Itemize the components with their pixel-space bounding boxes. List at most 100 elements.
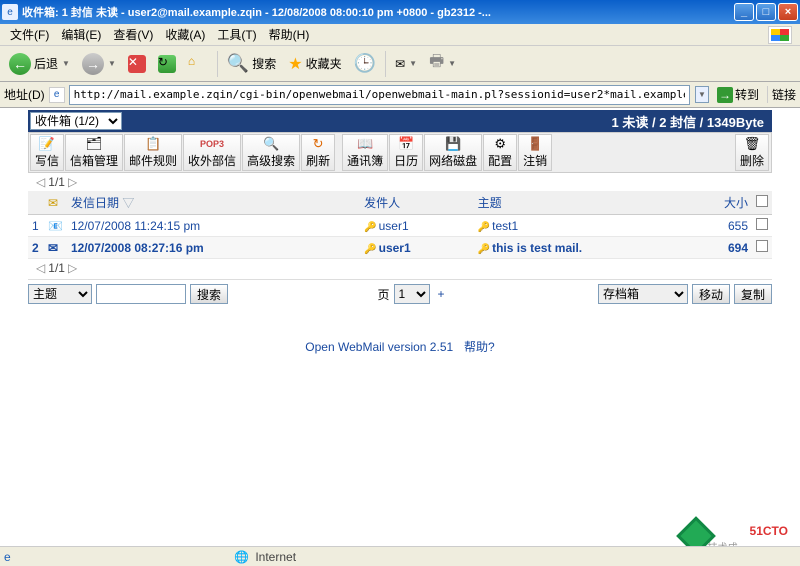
home-button[interactable]: ⌂ bbox=[183, 51, 213, 77]
back-button[interactable]: ← 后退 ▼ bbox=[4, 50, 75, 78]
maximize-button[interactable]: □ bbox=[756, 3, 776, 21]
history-button[interactable]: 🕒 bbox=[349, 50, 381, 77]
gear-icon: ⚙ bbox=[491, 136, 509, 152]
url-input[interactable] bbox=[69, 85, 690, 105]
search-input[interactable] bbox=[96, 284, 186, 304]
forward-button[interactable]: → ▼ bbox=[77, 50, 121, 78]
close-button[interactable]: × bbox=[778, 3, 798, 21]
status-col-icon: ✉ bbox=[44, 191, 67, 215]
page-label: 页 bbox=[377, 286, 389, 303]
home-icon: ⌂ bbox=[188, 54, 208, 74]
search-icon: 🔍 bbox=[262, 136, 280, 152]
table-row[interactable]: 2 ✉ 12/07/2008 08:27:16 pm 🔑user1 🔑this … bbox=[28, 237, 772, 259]
refresh-icon: ↻ bbox=[309, 136, 327, 152]
menu-favorites[interactable]: 收藏(A) bbox=[159, 24, 211, 45]
chevron-down-icon[interactable]: ▼ bbox=[448, 59, 456, 68]
back-label: 后退 bbox=[34, 55, 58, 72]
move-button[interactable]: 移动 bbox=[692, 284, 730, 304]
search-icon: 🔍 bbox=[227, 53, 249, 74]
print-icon: 🖶 bbox=[429, 50, 444, 77]
prev-page-icon[interactable]: ◁ bbox=[36, 261, 45, 275]
zone-label: Internet bbox=[255, 550, 296, 564]
table-row[interactable]: 1 📧 12/07/2008 11:24:15 pm 🔑user1 🔑test1… bbox=[28, 215, 772, 237]
next-page-icon[interactable]: ▷ bbox=[68, 261, 77, 275]
logout-icon: 🚪 bbox=[526, 136, 544, 152]
calendar-button[interactable]: 📅日历 bbox=[389, 134, 423, 171]
menu-edit[interactable]: 编辑(E) bbox=[55, 24, 107, 45]
col-size[interactable]: 大小 bbox=[708, 191, 752, 215]
back-icon: ← bbox=[9, 53, 31, 75]
window-title: 收件箱: 1 封信 未读 - user2@mail.example.zqin -… bbox=[22, 4, 734, 20]
links-label[interactable]: 链接 bbox=[767, 86, 796, 103]
col-subject[interactable]: 主题 bbox=[474, 191, 708, 215]
prev-page-icon[interactable]: ◁ bbox=[36, 175, 45, 189]
search-label: 搜索 bbox=[252, 55, 276, 72]
unread-icon: ✉ bbox=[44, 237, 67, 259]
search-field-select[interactable]: 主题 bbox=[28, 284, 92, 304]
copy-button[interactable]: 复制 bbox=[734, 284, 772, 304]
print-button[interactable]: 🖶▼ bbox=[424, 47, 461, 80]
bottom-pager: ◁ 1/1 ▷ bbox=[28, 259, 772, 277]
footer-text: Open WebMail version 2.51 帮助? bbox=[28, 308, 772, 385]
menu-tools[interactable]: 工具(T) bbox=[211, 24, 262, 45]
go-label: 转到 bbox=[735, 86, 759, 103]
minimize-button[interactable]: _ bbox=[734, 3, 754, 21]
address-bar: 地址(D) e ▼ → 转到 链接 bbox=[0, 82, 800, 108]
col-from[interactable]: 发件人 bbox=[360, 191, 473, 215]
col-date[interactable]: 发信日期 ▽ bbox=[67, 191, 360, 215]
compose-icon: 📝 bbox=[38, 136, 56, 152]
mail-toolbar: 📝写信 🗂信箱管理 📋邮件规则 POP3收外部信 🔍高级搜索 ↻刷新 📖通讯簿 … bbox=[28, 132, 772, 173]
mail-button[interactable]: ✉▼ bbox=[390, 54, 422, 74]
manage-folders-button[interactable]: 🗂信箱管理 bbox=[65, 134, 123, 171]
key-icon: 🔑 bbox=[478, 244, 490, 255]
pop3-button[interactable]: POP3收外部信 bbox=[183, 134, 241, 171]
delete-button[interactable]: 🗑删除 bbox=[735, 134, 769, 171]
product-link[interactable]: Open WebMail bbox=[305, 340, 384, 354]
search-button[interactable]: 🔍 搜索 bbox=[222, 50, 281, 77]
add-page-icon[interactable]: + bbox=[434, 287, 449, 301]
page-content: 收件箱 (1/2) 1 未读 / 2 封信 / 1349Byte 📝写信 🗂信箱… bbox=[0, 108, 800, 385]
menu-file[interactable]: 文件(F) bbox=[4, 24, 55, 45]
webdisk-button[interactable]: 💾网络磁盘 bbox=[424, 134, 482, 171]
pop3-icon: POP3 bbox=[203, 136, 221, 152]
row-checkbox bbox=[756, 218, 768, 230]
mail-rules-button[interactable]: 📋邮件规则 bbox=[124, 134, 182, 171]
advanced-search-button[interactable]: 🔍高级搜索 bbox=[242, 134, 300, 171]
browser-toolbar: ← 后退 ▼ → ▼ ✕ ↻ ⌂ 🔍 搜索 ★ 收藏夹 🕒 ✉▼ 🖶▼ bbox=[0, 46, 800, 82]
folder-select[interactable]: 收件箱 (1/2) bbox=[30, 112, 122, 130]
ie-icon: e bbox=[2, 4, 18, 20]
key-icon: 🔑 bbox=[364, 244, 376, 255]
message-table: ✉ 发信日期 ▽ 发件人 主题 大小 1 📧 12/07/2008 11:24:… bbox=[28, 191, 772, 259]
chevron-down-icon[interactable]: ▼ bbox=[695, 86, 709, 103]
window-buttons: _ □ × bbox=[734, 3, 798, 21]
globe-icon: 🌐 bbox=[234, 550, 249, 564]
read-icon: 📧 bbox=[44, 215, 67, 237]
help-link[interactable]: 帮助? bbox=[464, 340, 495, 354]
favorites-button[interactable]: ★ 收藏夹 bbox=[283, 51, 346, 77]
destination-select[interactable]: 存档箱 bbox=[598, 284, 688, 304]
search-button[interactable]: 搜索 bbox=[190, 284, 228, 304]
key-icon: 🔑 bbox=[478, 222, 490, 233]
mailbox-status: 1 未读 / 2 封信 / 1349Byte bbox=[612, 112, 764, 131]
contacts-button[interactable]: 📖通讯簿 bbox=[342, 134, 388, 171]
watermark-51cto: 51CTO bbox=[750, 519, 788, 540]
col-checkbox[interactable] bbox=[752, 191, 772, 215]
refresh-icon: ↻ bbox=[158, 55, 176, 73]
compose-button[interactable]: 📝写信 bbox=[30, 134, 64, 171]
page-select[interactable]: 1 bbox=[394, 284, 430, 304]
folders-icon: 🗂 bbox=[85, 136, 103, 152]
go-arrow-icon: → bbox=[717, 87, 733, 103]
refresh-button[interactable]: ↻ bbox=[153, 52, 181, 76]
chevron-down-icon[interactable]: ▼ bbox=[409, 59, 417, 68]
refresh-mail-button[interactable]: ↻刷新 bbox=[301, 134, 335, 171]
menu-help[interactable]: 帮助(H) bbox=[263, 24, 316, 45]
separator bbox=[385, 51, 386, 77]
next-page-icon[interactable]: ▷ bbox=[68, 175, 77, 189]
chevron-down-icon[interactable]: ▼ bbox=[108, 59, 116, 68]
menu-view[interactable]: 查看(V) bbox=[107, 24, 159, 45]
preferences-button[interactable]: ⚙配置 bbox=[483, 134, 517, 171]
stop-button[interactable]: ✕ bbox=[123, 52, 151, 76]
go-button[interactable]: → 转到 bbox=[713, 84, 763, 105]
chevron-down-icon[interactable]: ▼ bbox=[62, 59, 70, 68]
logout-button[interactable]: 🚪注销 bbox=[518, 134, 552, 171]
